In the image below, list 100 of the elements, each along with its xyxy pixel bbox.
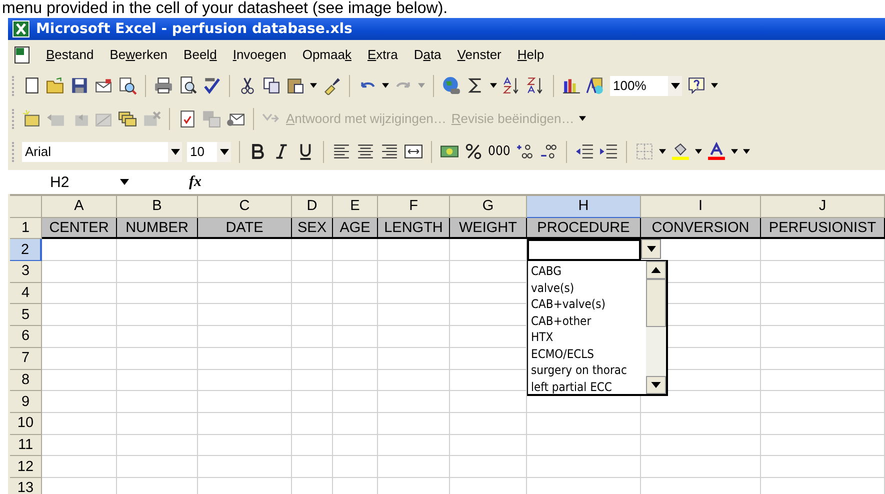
align-center-icon[interactable] — [356, 142, 375, 161]
menu-item[interactable]: Beeld — [176, 47, 225, 62]
column-header[interactable]: I — [641, 196, 761, 218]
workbook-icon[interactable] — [12, 44, 32, 64]
column-header[interactable]: H — [527, 196, 641, 218]
caret-icon[interactable] — [220, 148, 228, 154]
row-header[interactable]: 11 — [10, 434, 42, 456]
new-comment-icon[interactable] — [22, 109, 41, 128]
font-combo[interactable]: Arial — [22, 142, 182, 162]
scrollbar[interactable] — [646, 261, 666, 394]
paintbrush-icon[interactable] — [322, 76, 341, 95]
scissors-icon[interactable] — [238, 76, 257, 95]
list-option[interactable]: left partial ECC — [531, 378, 646, 395]
menu-item[interactable]: Opmaak — [294, 47, 360, 62]
table-cell: LENGTH — [378, 218, 450, 240]
printer-icon[interactable] — [154, 76, 173, 95]
copy-icon[interactable] — [262, 76, 281, 95]
list-option[interactable]: HTX — [531, 329, 646, 346]
row-header[interactable]: 2 — [10, 239, 42, 262]
list-option[interactable]: ECMO/ECLS — [531, 346, 646, 362]
caret-icon[interactable] — [490, 83, 497, 88]
caret-icon[interactable] — [659, 149, 666, 154]
toolbar-options-icon[interactable] — [579, 116, 586, 121]
align-right-icon[interactable] — [380, 142, 399, 161]
name-box[interactable]: H2 — [8, 174, 126, 190]
caret-icon[interactable] — [120, 179, 129, 185]
envelope-icon[interactable] — [94, 76, 113, 95]
fill-bucket-icon[interactable] — [671, 142, 690, 161]
row-header[interactable]: 5 — [10, 304, 42, 326]
sort-ascending-icon[interactable] — [502, 76, 521, 95]
column-header[interactable]: J — [761, 196, 885, 218]
show-all-comments-icon[interactable] — [118, 109, 137, 128]
caret-icon[interactable] — [170, 148, 180, 154]
sort-descending-icon[interactable] — [526, 76, 545, 95]
insert-function-button[interactable]: fx — [189, 174, 202, 190]
column-header[interactable]: D — [292, 196, 333, 218]
font-size-combo[interactable]: 10 — [187, 142, 231, 162]
drawing-shapes-icon[interactable] — [586, 76, 605, 95]
decrease-indent-icon[interactable] — [575, 142, 594, 161]
menu-item[interactable]: Extra — [359, 47, 406, 62]
caret-icon[interactable] — [695, 149, 702, 154]
row-header[interactable]: 1 — [10, 218, 42, 240]
table-cell — [292, 412, 333, 435]
row-header[interactable]: 6 — [10, 326, 42, 348]
caret-icon[interactable] — [310, 83, 317, 88]
table-cell — [378, 391, 450, 413]
caret-icon[interactable] — [731, 149, 738, 154]
thousands-separator-button[interactable]: 000 — [488, 144, 510, 159]
list-option[interactable]: surgery on thorac — [531, 362, 646, 378]
clipboard-icon[interactable] — [286, 76, 305, 95]
search-document-icon[interactable] — [118, 76, 137, 95]
caret-icon[interactable] — [382, 83, 389, 88]
spelling-check-icon[interactable] — [202, 76, 221, 95]
list-option[interactable]: CABG — [531, 263, 646, 280]
dropdown-button[interactable] — [641, 239, 661, 259]
row-header[interactable]: 10 — [10, 412, 42, 435]
menu-item[interactable]: Help — [509, 47, 552, 62]
column-header[interactable]: E — [333, 196, 378, 218]
menu-item[interactable]: Invoegen — [224, 47, 294, 62]
scroll-up-icon[interactable] — [651, 267, 661, 273]
row-header[interactable]: 7 — [10, 348, 42, 370]
toolbar-options-icon[interactable] — [743, 149, 750, 154]
column-header[interactable]: A — [42, 196, 117, 218]
bar-chart-icon[interactable] — [562, 76, 581, 95]
font-color-icon[interactable] — [707, 142, 726, 161]
increase-indent-icon[interactable] — [599, 142, 618, 161]
menu-item[interactable]: Venster — [449, 47, 510, 62]
open-folder-icon[interactable] — [46, 76, 65, 95]
align-left-icon[interactable] — [332, 142, 351, 161]
help-icon[interactable] — [687, 76, 706, 95]
scroll-down-icon[interactable] — [651, 382, 661, 388]
clipboard-check-icon[interactable] — [178, 109, 197, 128]
menu-item[interactable]: Bewerken — [102, 47, 176, 62]
column-header[interactable]: G — [450, 196, 527, 218]
column-header[interactable]: C — [198, 196, 292, 218]
menu-item[interactable]: Data — [406, 47, 450, 62]
list-option[interactable]: CAB+valve(s) — [531, 296, 646, 312]
caret-icon[interactable] — [670, 82, 680, 88]
column-header[interactable]: F — [378, 196, 450, 218]
merge-center-icon[interactable] — [404, 142, 423, 161]
menu-item[interactable]: Bestand — [38, 47, 102, 62]
table-cell — [378, 261, 450, 283]
row-header[interactable]: 13 — [10, 478, 42, 494]
increase-decimal-icon[interactable] — [515, 142, 534, 161]
percent-icon[interactable] — [464, 142, 483, 161]
row-header[interactable]: 3 — [10, 261, 42, 283]
table-cell — [333, 456, 378, 478]
toolbar-options-icon[interactable] — [711, 83, 718, 88]
list-option[interactable]: CAB+other — [531, 312, 646, 329]
row-header[interactable]: 4 — [10, 282, 42, 304]
print-preview-icon[interactable] — [178, 76, 197, 95]
table-cell: WEIGHT — [450, 218, 527, 240]
zoom-combo[interactable]: 100% — [610, 76, 682, 96]
column-header[interactable]: B — [117, 196, 198, 218]
decrease-decimal-icon[interactable] — [539, 142, 558, 161]
list-option[interactable]: valve(s) — [531, 280, 646, 296]
row-header[interactable]: 12 — [10, 456, 42, 478]
row-header[interactable]: 8 — [10, 370, 42, 392]
globe-icon[interactable] — [442, 76, 461, 95]
row-header[interactable]: 9 — [10, 391, 42, 413]
